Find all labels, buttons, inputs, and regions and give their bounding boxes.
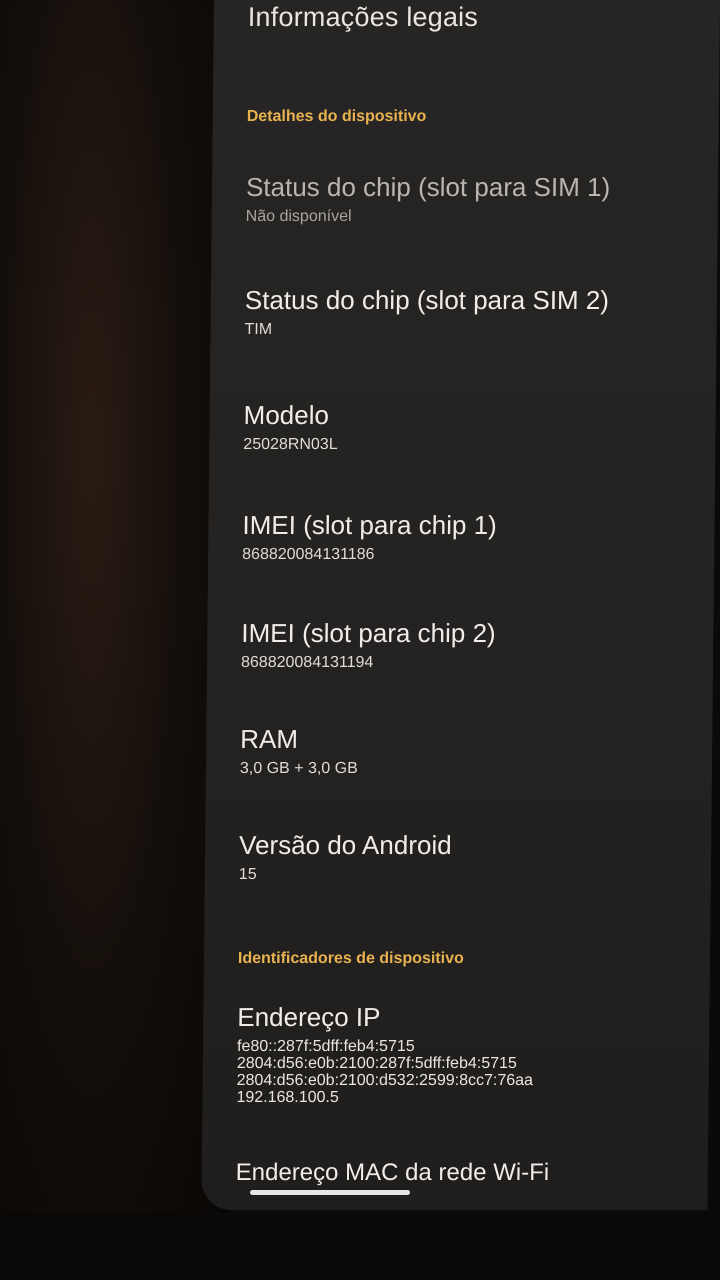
ip-address-line: 2804:d56:e0b:2100:287f:5dff:feb4:5715 xyxy=(236,1055,517,1072)
android-version-value: 15 xyxy=(238,866,257,883)
model-title: Modelo xyxy=(243,400,330,430)
bottom-background xyxy=(0,1212,720,1280)
list-item-ip-address[interactable]: Endereço IP fe80::287f:5dff:feb4:5715 28… xyxy=(236,1002,533,1106)
ip-address-line: 192.168.100.5 xyxy=(236,1089,339,1106)
gesture-nav-bar[interactable] xyxy=(250,1190,410,1195)
ip-address-title: Endereço IP xyxy=(237,1002,381,1032)
ip-address-line: fe80::287f:5dff:feb4:5715 xyxy=(236,1038,415,1055)
imei2-value: 868820084131194 xyxy=(240,654,374,671)
list-item-sim1-status[interactable]: Status do chip (slot para SIM 1) Não dis… xyxy=(246,172,611,225)
list-item-ram[interactable]: RAM 3,0 GB + 3,0 GB xyxy=(240,724,358,777)
section-header-device-identifiers: Identificadores de dispositivo xyxy=(237,950,464,967)
ram-title: RAM xyxy=(240,724,299,754)
background-hand-shadow xyxy=(0,0,230,1280)
sim1-status-title: Status do chip (slot para SIM 1) xyxy=(245,172,611,202)
sim2-status-value: TIM xyxy=(244,321,273,338)
ram-value: 3,0 GB + 3,0 GB xyxy=(239,760,358,777)
section-header-device-details: Detalhes do dispositivo xyxy=(246,108,427,125)
list-item-imei1[interactable]: IMEI (slot para chip 1) 868820084131186 xyxy=(242,510,497,563)
imei1-value: 868820084131186 xyxy=(242,546,375,563)
imei1-title: IMEI (slot para chip 1) xyxy=(242,510,497,540)
ip-address-line: 2804:d56:e0b:2100:d532:2599:8cc7:76aa xyxy=(236,1072,534,1089)
wifi-mac-title: Endereço MAC da rede Wi-Fi xyxy=(235,1159,550,1186)
list-item-android-version[interactable]: Versão do Android 15 xyxy=(239,830,452,883)
list-item-sim2-status[interactable]: Status do chip (slot para SIM 2) TIM xyxy=(244,285,609,338)
model-value: 25028RN03L xyxy=(243,436,338,453)
sim2-status-title: Status do chip (slot para SIM 2) xyxy=(244,285,610,315)
list-item-model[interactable]: Modelo 25028RN03L xyxy=(243,400,338,453)
ip-address-values: fe80::287f:5dff:feb4:5715 2804:d56:e0b:2… xyxy=(236,1038,533,1106)
android-version-title: Versão do Android xyxy=(238,830,452,860)
sim1-status-value: Não disponível xyxy=(245,208,352,225)
page-title-legal-info[interactable]: Informações legais xyxy=(248,2,479,33)
imei2-title: IMEI (slot para chip 2) xyxy=(241,618,496,648)
phone-screen: Informações legais Detalhes do dispositi… xyxy=(201,0,720,1210)
list-item-imei2[interactable]: IMEI (slot para chip 2) 868820084131194 xyxy=(241,618,496,671)
list-item-wifi-mac[interactable]: Endereço MAC da rede Wi-Fi xyxy=(236,1158,550,1188)
